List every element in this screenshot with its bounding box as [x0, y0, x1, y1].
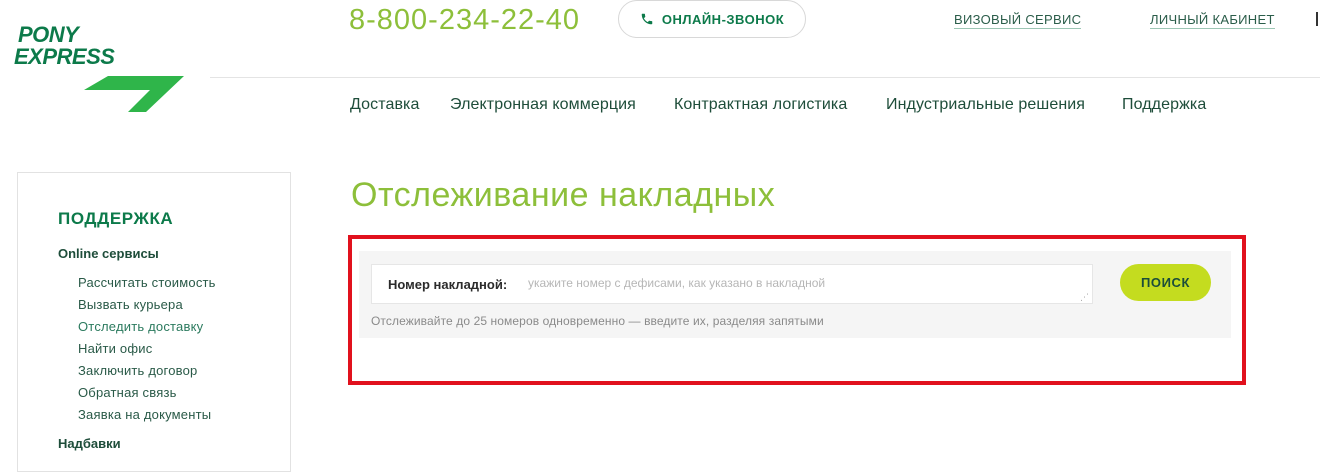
sidebar-item-calculate-cost[interactable]: Рассчитать стоимость	[78, 275, 216, 297]
online-call-button[interactable]: ОНЛАЙН-ЗВОНОК	[618, 0, 806, 38]
nav-ecommerce[interactable]: Электронная коммерция	[450, 96, 636, 114]
page-title: Отслеживание накладных	[351, 176, 776, 214]
nav-contract-logistics[interactable]: Контрактная логистика	[674, 96, 847, 114]
tracking-hint: Отслеживайте до 25 номеров одновременно …	[371, 314, 824, 328]
resize-grip-icon[interactable]: ⋰	[1080, 293, 1089, 302]
sidebar-item-feedback[interactable]: Обратная связь	[78, 385, 216, 407]
sidebar-item-call-courier[interactable]: Вызвать курьера	[78, 297, 216, 319]
waybill-number-input[interactable]	[528, 272, 1078, 300]
pony-express-logo[interactable]: PONY EXPRESS	[14, 22, 184, 116]
sidebar-item-conclude-contract[interactable]: Заключить договор	[78, 363, 216, 385]
sidebar-online-services-list: Рассчитать стоимость Вызвать курьера Отс…	[78, 275, 216, 429]
nav-delivery[interactable]: Доставка	[350, 96, 420, 114]
waybill-field: Номер накладной: ⋰	[371, 264, 1093, 304]
logo-text-line2: EXPRESS	[14, 44, 115, 69]
online-call-label: ОНЛАЙН-ЗВОНОК	[661, 11, 785, 27]
sidebar-item-track-delivery[interactable]: Отследить доставку	[78, 319, 216, 341]
phone-icon	[641, 13, 653, 25]
logo-arrow-icon	[84, 76, 184, 112]
nav-industrial-solutions[interactable]: Индустриальные решения	[886, 96, 1085, 114]
nav-support[interactable]: Поддержка	[1122, 96, 1206, 114]
personal-account-link[interactable]: ЛИЧНЫЙ КАБИНЕТ	[1150, 12, 1275, 29]
phone-number[interactable]: 8-800-234-22-40	[349, 4, 580, 37]
sidebar-section-surcharges[interactable]: Надбавки	[58, 436, 121, 451]
support-sidebar: ПОДДЕРЖКА Online сервисы Рассчитать стои…	[17, 172, 291, 472]
sidebar-section-online-services[interactable]: Online сервисы	[58, 246, 159, 261]
visa-service-link[interactable]: ВИЗОВЫЙ СЕРВИС	[954, 12, 1082, 29]
sidebar-title: ПОДДЕРЖКА	[58, 209, 174, 228]
header-divider	[210, 77, 1320, 78]
search-button[interactable]: ПОИСК	[1120, 264, 1211, 301]
sidebar-item-document-request[interactable]: Заявка на документы	[78, 407, 216, 429]
waybill-label: Номер накладной:	[388, 277, 508, 292]
sidebar-item-find-office[interactable]: Найти офис	[78, 341, 216, 363]
header-separator	[1316, 12, 1318, 26]
logo-text-line1: PONY	[18, 22, 79, 47]
